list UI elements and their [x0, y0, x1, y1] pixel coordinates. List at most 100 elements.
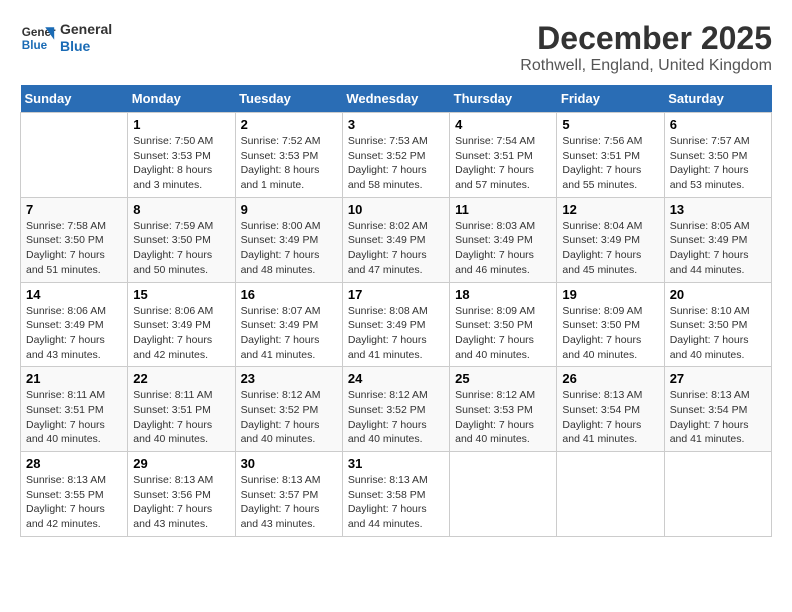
logo-icon: General Blue	[20, 20, 56, 56]
day-info: Sunrise: 8:08 AMSunset: 3:49 PMDaylight:…	[348, 304, 444, 363]
calendar-cell: 18 Sunrise: 8:09 AMSunset: 3:50 PMDayligh…	[450, 282, 557, 367]
calendar-cell: 4 Sunrise: 7:54 AMSunset: 3:51 PMDaylight…	[450, 113, 557, 198]
calendar-cell: 7 Sunrise: 7:58 AMSunset: 3:50 PMDaylight…	[21, 197, 128, 282]
calendar-cell: 8Sunrise: 7:59 AMSunset: 3:50 PMDaylight…	[128, 197, 235, 282]
calendar-cell: 6 Sunrise: 7:57 AMSunset: 3:50 PMDaylight…	[664, 113, 771, 198]
subtitle: Rothwell, England, United Kingdom	[520, 57, 772, 75]
header-sunday: Sunday	[21, 85, 128, 113]
day-number: 27	[670, 371, 766, 386]
day-info: Sunrise: 7:54 AMSunset: 3:51 PMDaylight:…	[455, 134, 551, 193]
calendar-cell: 3 Sunrise: 7:53 AMSunset: 3:52 PMDaylight…	[342, 113, 449, 198]
calendar-body: 1 Sunrise: 7:50 AMSunset: 3:53 PMDaylight…	[21, 113, 772, 537]
calendar-cell: 11 Sunrise: 8:03 AMSunset: 3:49 PMDayligh…	[450, 197, 557, 282]
calendar-cell: 5 Sunrise: 7:56 AMSunset: 3:51 PMDaylight…	[557, 113, 664, 198]
day-info: Sunrise: 8:02 AMSunset: 3:49 PMDaylight:…	[348, 219, 444, 278]
header-saturday: Saturday	[664, 85, 771, 113]
calendar-cell: 23 Sunrise: 8:12 AMSunset: 3:52 PMDayligh…	[235, 367, 342, 452]
day-number: 22	[133, 371, 229, 386]
calendar-header-row: SundayMondayTuesdayWednesdayThursdayFrid…	[21, 85, 772, 113]
calendar-cell: 28 Sunrise: 8:13 AMSunset: 3:55 PMDayligh…	[21, 452, 128, 537]
day-number: 18	[455, 287, 551, 302]
day-number: 20	[670, 287, 766, 302]
day-info: Sunrise: 7:53 AMSunset: 3:52 PMDaylight:…	[348, 134, 444, 193]
day-info: Sunrise: 8:12 AMSunset: 3:52 PMDaylight:…	[348, 388, 444, 447]
header-wednesday: Wednesday	[342, 85, 449, 113]
day-info: Sunrise: 7:57 AMSunset: 3:50 PMDaylight:…	[670, 134, 766, 193]
day-info: Sunrise: 8:13 AMSunset: 3:54 PMDaylight:…	[670, 388, 766, 447]
day-info: Sunrise: 7:56 AMSunset: 3:51 PMDaylight:…	[562, 134, 658, 193]
calendar-cell: 19Sunrise: 8:09 AMSunset: 3:50 PMDayligh…	[557, 282, 664, 367]
day-number: 19	[562, 287, 658, 302]
day-number: 7	[26, 202, 122, 217]
day-number: 6	[670, 117, 766, 132]
calendar-cell: 20 Sunrise: 8:10 AMSunset: 3:50 PMDayligh…	[664, 282, 771, 367]
calendar-week-row: 21 Sunrise: 8:11 AMSunset: 3:51 PMDayligh…	[21, 367, 772, 452]
calendar-cell	[21, 113, 128, 198]
day-info: Sunrise: 8:13 AMSunset: 3:57 PMDaylight:…	[241, 473, 337, 532]
day-info: Sunrise: 7:58 AMSunset: 3:50 PMDaylight:…	[26, 219, 122, 278]
calendar-cell: 9Sunrise: 8:00 AMSunset: 3:49 PMDaylight…	[235, 197, 342, 282]
logo-line2: Blue	[60, 38, 112, 55]
logo: General Blue General Blue	[20, 20, 112, 56]
calendar-cell	[450, 452, 557, 537]
calendar-cell: 29Sunrise: 8:13 AMSunset: 3:56 PMDayligh…	[128, 452, 235, 537]
day-number: 28	[26, 456, 122, 471]
day-info: Sunrise: 8:11 AMSunset: 3:51 PMDaylight:…	[133, 388, 229, 447]
calendar-week-row: 28 Sunrise: 8:13 AMSunset: 3:55 PMDayligh…	[21, 452, 772, 537]
day-info: Sunrise: 8:13 AMSunset: 3:54 PMDaylight:…	[562, 388, 658, 447]
header-friday: Friday	[557, 85, 664, 113]
calendar-cell: 26Sunrise: 8:13 AMSunset: 3:54 PMDayligh…	[557, 367, 664, 452]
calendar-cell: 15Sunrise: 8:06 AMSunset: 3:49 PMDayligh…	[128, 282, 235, 367]
calendar-week-row: 14 Sunrise: 8:06 AMSunset: 3:49 PMDayligh…	[21, 282, 772, 367]
day-info: Sunrise: 8:09 AMSunset: 3:50 PMDaylight:…	[455, 304, 551, 363]
page-header: General Blue General Blue December 2025 …	[20, 20, 772, 75]
day-info: Sunrise: 8:12 AMSunset: 3:52 PMDaylight:…	[241, 388, 337, 447]
calendar-cell: 1 Sunrise: 7:50 AMSunset: 3:53 PMDaylight…	[128, 113, 235, 198]
main-title: December 2025	[520, 20, 772, 57]
day-info: Sunrise: 7:52 AMSunset: 3:53 PMDaylight:…	[241, 134, 337, 193]
header-monday: Monday	[128, 85, 235, 113]
day-info: Sunrise: 8:13 AMSunset: 3:55 PMDaylight:…	[26, 473, 122, 532]
calendar-week-row: 7 Sunrise: 7:58 AMSunset: 3:50 PMDaylight…	[21, 197, 772, 282]
title-block: December 2025 Rothwell, England, United …	[520, 20, 772, 75]
calendar-cell: 2 Sunrise: 7:52 AMSunset: 3:53 PMDaylight…	[235, 113, 342, 198]
calendar-cell: 13Sunrise: 8:05 AMSunset: 3:49 PMDayligh…	[664, 197, 771, 282]
day-number: 12	[562, 202, 658, 217]
calendar-cell: 27 Sunrise: 8:13 AMSunset: 3:54 PMDayligh…	[664, 367, 771, 452]
calendar-cell: 16Sunrise: 8:07 AMSunset: 3:49 PMDayligh…	[235, 282, 342, 367]
day-info: Sunrise: 8:06 AMSunset: 3:49 PMDaylight:…	[133, 304, 229, 363]
day-number: 13	[670, 202, 766, 217]
day-info: Sunrise: 8:11 AMSunset: 3:51 PMDaylight:…	[26, 388, 122, 447]
day-number: 11	[455, 202, 551, 217]
header-tuesday: Tuesday	[235, 85, 342, 113]
calendar-cell: 31Sunrise: 8:13 AMSunset: 3:58 PMDayligh…	[342, 452, 449, 537]
day-info: Sunrise: 8:04 AMSunset: 3:49 PMDaylight:…	[562, 219, 658, 278]
calendar-cell	[557, 452, 664, 537]
calendar-cell: 12 Sunrise: 8:04 AMSunset: 3:49 PMDayligh…	[557, 197, 664, 282]
day-info: Sunrise: 8:03 AMSunset: 3:49 PMDaylight:…	[455, 219, 551, 278]
day-number: 5	[562, 117, 658, 132]
day-number: 16	[241, 287, 337, 302]
day-info: Sunrise: 8:13 AMSunset: 3:58 PMDaylight:…	[348, 473, 444, 532]
day-info: Sunrise: 8:12 AMSunset: 3:53 PMDaylight:…	[455, 388, 551, 447]
day-number: 3	[348, 117, 444, 132]
calendar-cell	[664, 452, 771, 537]
day-number: 10	[348, 202, 444, 217]
day-number: 23	[241, 371, 337, 386]
day-info: Sunrise: 8:13 AMSunset: 3:56 PMDaylight:…	[133, 473, 229, 532]
calendar-cell: 14Sunrise: 8:06 AMSunset: 3:49 PMDayligh…	[21, 282, 128, 367]
day-number: 4	[455, 117, 551, 132]
day-number: 2	[241, 117, 337, 132]
calendar-week-row: 1 Sunrise: 7:50 AMSunset: 3:53 PMDaylight…	[21, 113, 772, 198]
svg-text:Blue: Blue	[22, 39, 48, 52]
calendar-cell: 30Sunrise: 8:13 AMSunset: 3:57 PMDayligh…	[235, 452, 342, 537]
day-number: 8	[133, 202, 229, 217]
day-info: Sunrise: 7:50 AMSunset: 3:53 PMDaylight:…	[133, 134, 229, 193]
day-number: 14	[26, 287, 122, 302]
day-number: 21	[26, 371, 122, 386]
calendar-cell: 24Sunrise: 8:12 AMSunset: 3:52 PMDayligh…	[342, 367, 449, 452]
day-number: 25	[455, 371, 551, 386]
day-number: 1	[133, 117, 229, 132]
calendar-cell: 17Sunrise: 8:08 AMSunset: 3:49 PMDayligh…	[342, 282, 449, 367]
day-info: Sunrise: 8:10 AMSunset: 3:50 PMDaylight:…	[670, 304, 766, 363]
